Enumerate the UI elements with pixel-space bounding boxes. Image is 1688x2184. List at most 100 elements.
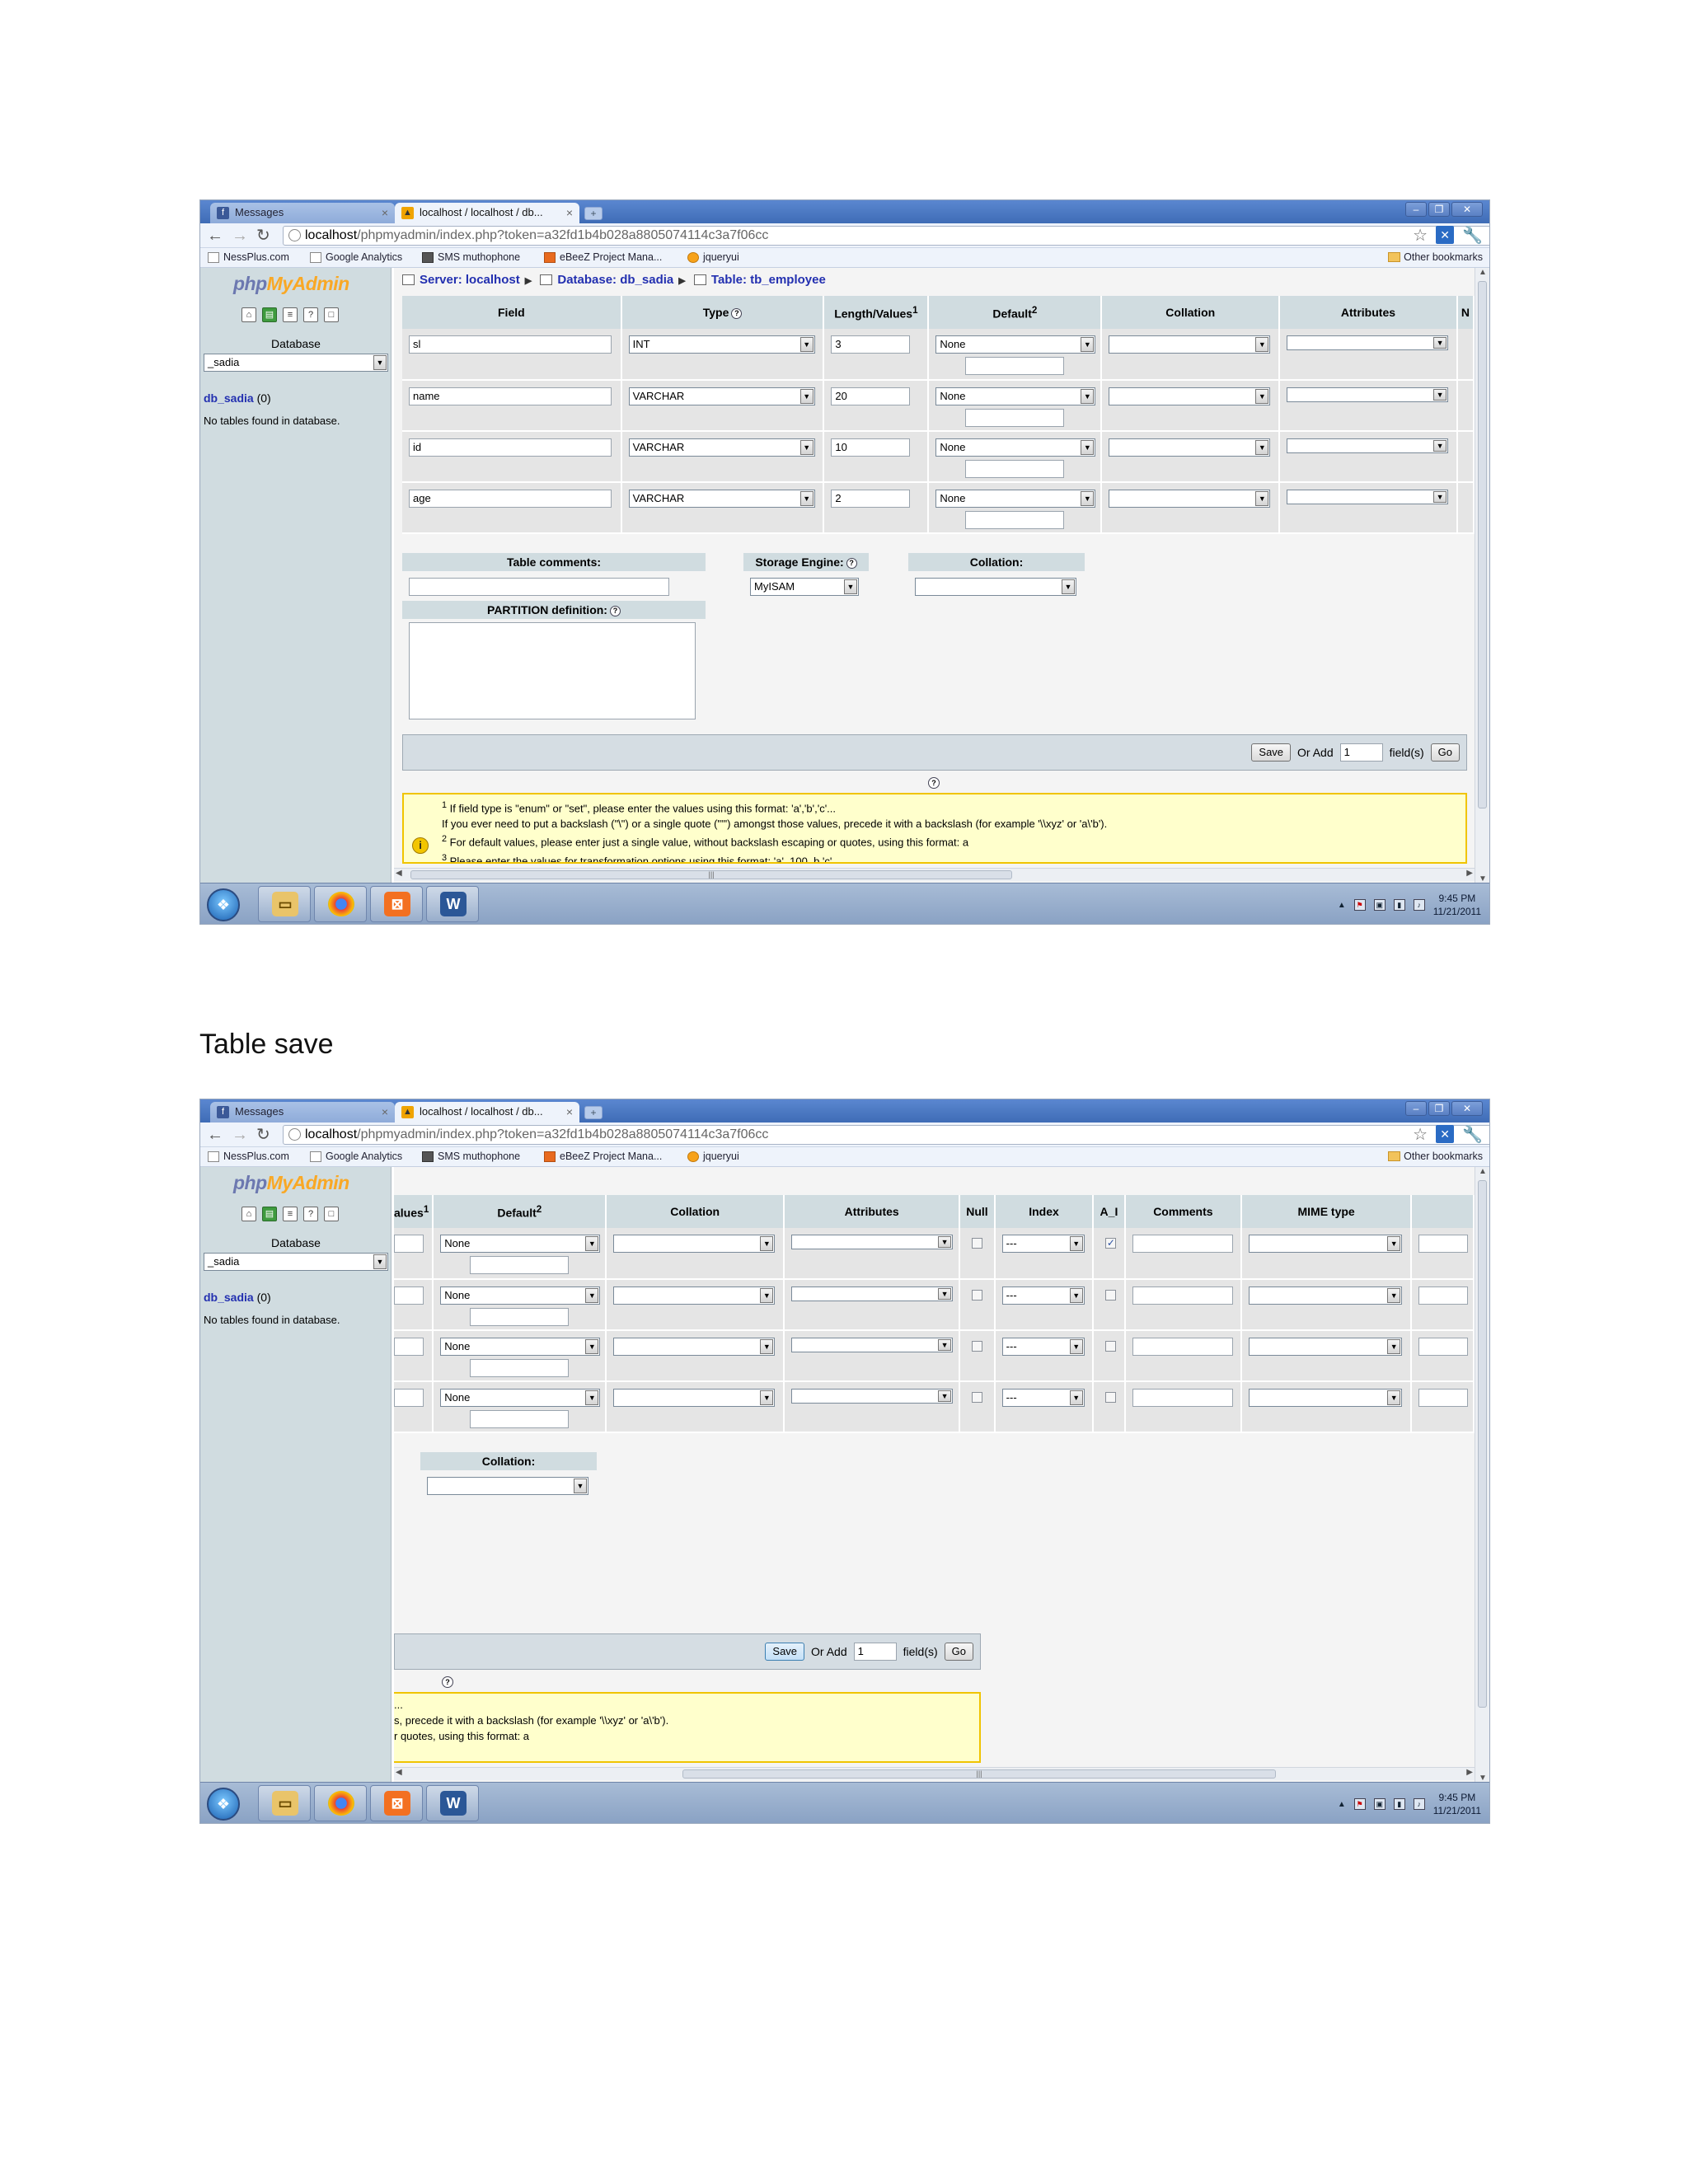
restore-icon[interactable]: ❐ — [1428, 1101, 1450, 1116]
taskbar-xampp[interactable]: ⊠ — [370, 1785, 423, 1821]
go-button[interactable]: Go — [1430, 743, 1460, 762]
ai-checkbox[interactable] — [1105, 1392, 1117, 1403]
close-icon[interactable]: × — [382, 1102, 388, 1122]
phpmyadmin-logo[interactable]: phpMyAdmin — [233, 1172, 349, 1194]
chevron-up-icon[interactable]: ▲ — [1338, 901, 1346, 910]
attributes-select[interactable]: ▼ — [791, 1235, 954, 1249]
mime-type-select[interactable]: ▼ — [1249, 1286, 1403, 1305]
scroll-right-icon[interactable]: ▶ — [1466, 1768, 1473, 1777]
close-icon[interactable]: × — [566, 1102, 573, 1122]
default-select[interactable]: None ▼ — [440, 1338, 601, 1356]
signal-icon[interactable]: ▮ — [1393, 1798, 1405, 1810]
ai-checkbox-checked[interactable]: ✓ — [1105, 1238, 1117, 1249]
default-value-input[interactable] — [965, 460, 1065, 478]
next-column-input[interactable] — [1418, 1235, 1468, 1253]
bookmark-nessplus[interactable]: NessPlus.com — [205, 248, 289, 266]
index-select[interactable]: --- ▼ — [1001, 1338, 1085, 1356]
help-icon[interactable]: ? — [731, 308, 743, 319]
length-input[interactable]: 2 — [831, 490, 911, 508]
bookmark-google-analytics[interactable]: Google Analytics — [307, 248, 402, 266]
scroll-thumb[interactable] — [1478, 281, 1487, 808]
field-name-input[interactable]: id — [409, 438, 612, 457]
flag-icon[interactable]: ⚑ — [1353, 899, 1366, 911]
attributes-select[interactable]: ▼ — [1287, 490, 1449, 504]
length-input[interactable] — [394, 1389, 424, 1407]
address-bar[interactable]: localhost/phpmyadmin/index.php?token=a32… — [283, 226, 1489, 246]
bookmark-jqueryui[interactable]: jqueryui — [685, 1147, 739, 1165]
scroll-thumb[interactable] — [1478, 1180, 1487, 1708]
sql-icon[interactable]: ▤ — [262, 1207, 277, 1221]
comments-input[interactable] — [1132, 1235, 1233, 1253]
horizontal-scrollbar[interactable]: ◀ ||| ▶ — [394, 868, 1475, 881]
default-value-input[interactable] — [470, 1308, 570, 1326]
null-checkbox[interactable] — [972, 1238, 983, 1249]
close-window-icon[interactable]: ✕ — [1451, 202, 1483, 217]
query-window-icon[interactable]: ≡ — [283, 1207, 298, 1221]
wrench-icon[interactable]: 🔧 — [1462, 1125, 1483, 1145]
attributes-select[interactable]: ▼ — [791, 1286, 954, 1301]
next-column-input[interactable] — [1418, 1389, 1468, 1407]
default-value-input[interactable] — [965, 409, 1065, 427]
reload-nav-icon[interactable]: □ — [324, 307, 339, 322]
minimize-icon[interactable]: – — [1405, 1101, 1427, 1116]
forward-icon[interactable]: → — [232, 1125, 248, 1145]
taskbar-chrome[interactable] — [314, 886, 367, 922]
signal-icon[interactable]: ▮ — [1393, 899, 1405, 911]
sql-icon[interactable]: ▤ — [262, 307, 277, 322]
default-value-input[interactable] — [965, 511, 1065, 529]
attributes-select[interactable]: ▼ — [1287, 335, 1449, 350]
default-value-input[interactable] — [470, 1359, 570, 1377]
db-link[interactable]: db_sadia (0) — [204, 391, 271, 405]
taskbar-explorer[interactable]: ▭ — [258, 886, 311, 922]
volume-icon[interactable]: ♪ — [1413, 899, 1425, 911]
chevron-up-icon[interactable]: ▲ — [1338, 1800, 1346, 1809]
vertical-scrollbar[interactable]: ▲ ▼ — [1475, 1167, 1489, 1783]
length-input[interactable]: 3 — [831, 335, 911, 354]
taskbar-chrome[interactable] — [314, 1785, 367, 1821]
star-icon[interactable]: ☆ — [1413, 1125, 1428, 1145]
null-checkbox[interactable] — [972, 1290, 983, 1301]
type-select[interactable]: VARCHAR ▼ — [628, 490, 815, 508]
mime-type-select[interactable]: ▼ — [1249, 1338, 1403, 1356]
collation-select[interactable]: ▼ — [1109, 335, 1271, 354]
clock[interactable]: 9:45 PM 11/21/2011 — [1433, 1791, 1481, 1817]
new-tab-button[interactable]: + — [584, 1106, 603, 1119]
comments-input[interactable] — [1132, 1389, 1233, 1407]
partition-textarea[interactable] — [409, 622, 696, 719]
default-select[interactable]: None ▼ — [440, 1389, 601, 1407]
tab-messages[interactable]: f Messages × — [210, 203, 395, 223]
collation-select[interactable]: ▼ — [613, 1235, 776, 1253]
bookmark-jqueryui[interactable]: jqueryui — [685, 248, 739, 266]
phpmyadmin-logo[interactable]: phpMyAdmin — [233, 273, 349, 295]
mime-type-select[interactable]: ▼ — [1249, 1235, 1403, 1253]
save-button[interactable]: Save — [765, 1643, 805, 1661]
scroll-left-icon[interactable]: ◀ — [396, 1768, 402, 1777]
bookmark-ebeez[interactable]: eBeeZ Project Mana... — [542, 248, 662, 266]
home-icon[interactable]: ⌂ — [241, 307, 256, 322]
back-icon[interactable]: ← — [207, 226, 223, 246]
start-button[interactable]: ❖ — [207, 888, 240, 921]
taskbar-word[interactable]: W — [426, 1785, 479, 1821]
table-collation-select[interactable]: ▼ — [427, 1477, 588, 1495]
next-column-input[interactable] — [1418, 1338, 1468, 1356]
db-link[interactable]: db_sadia (0) — [204, 1291, 271, 1304]
default-select[interactable]: None ▼ — [935, 387, 1096, 405]
network-device-icon[interactable]: ▣ — [1373, 1798, 1386, 1810]
wrench-icon[interactable]: 🔧 — [1462, 226, 1483, 246]
field-name-input[interactable]: name — [409, 387, 612, 405]
new-tab-button[interactable]: + — [584, 207, 603, 220]
scroll-right-icon[interactable]: ▶ — [1466, 869, 1473, 878]
mime-type-select[interactable]: ▼ — [1249, 1389, 1403, 1407]
scroll-up-icon[interactable]: ▲ — [1475, 268, 1489, 277]
default-select[interactable]: None ▼ — [440, 1235, 601, 1253]
other-bookmarks[interactable]: Other bookmarks — [1386, 1147, 1483, 1165]
length-input[interactable] — [394, 1286, 424, 1305]
breadcrumb-table[interactable]: Table: tb_employee — [711, 273, 826, 287]
reload-icon[interactable]: ↻ — [256, 1125, 270, 1145]
address-bar[interactable]: localhost/phpmyadmin/index.php?token=a32… — [283, 1125, 1489, 1145]
attributes-select[interactable]: ▼ — [791, 1338, 954, 1352]
default-select[interactable]: None ▼ — [935, 490, 1096, 508]
collation-select[interactable]: ▼ — [613, 1338, 776, 1356]
null-checkbox[interactable] — [972, 1392, 983, 1403]
default-value-input[interactable] — [965, 357, 1065, 375]
